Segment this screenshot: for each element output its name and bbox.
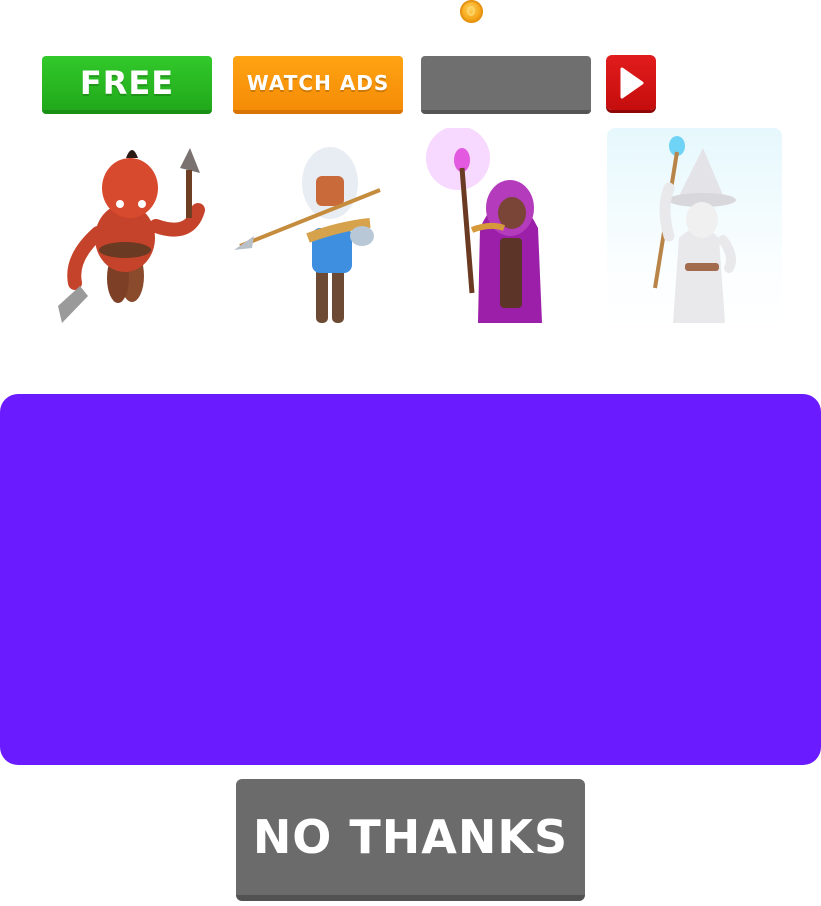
play-video-button[interactable] <box>606 55 656 110</box>
spearman-knight-icon <box>234 147 381 323</box>
watch-ads-button-label: WATCH ADS <box>246 71 390 95</box>
free-button[interactable]: FREE <box>42 56 212 114</box>
purple-mage-icon <box>426 128 542 323</box>
free-button-label: FREE <box>79 64 175 102</box>
character-card-wizard[interactable] <box>607 128 782 328</box>
red-orc-warrior-icon <box>58 148 205 323</box>
character-card-orc[interactable] <box>40 128 215 328</box>
coin-icon <box>460 0 483 23</box>
no-thanks-label: NO THANKS <box>252 810 569 864</box>
locked-offer-button[interactable] <box>421 56 591 114</box>
no-thanks-button[interactable]: NO THANKS <box>236 779 585 901</box>
play-icon <box>620 67 644 98</box>
character-card-spearman[interactable] <box>230 128 405 328</box>
watch-ads-button[interactable]: WATCH ADS <box>233 56 403 114</box>
character-card-mage[interactable] <box>420 128 595 328</box>
content-panel <box>0 394 821 765</box>
white-wizard-icon <box>653 136 736 323</box>
